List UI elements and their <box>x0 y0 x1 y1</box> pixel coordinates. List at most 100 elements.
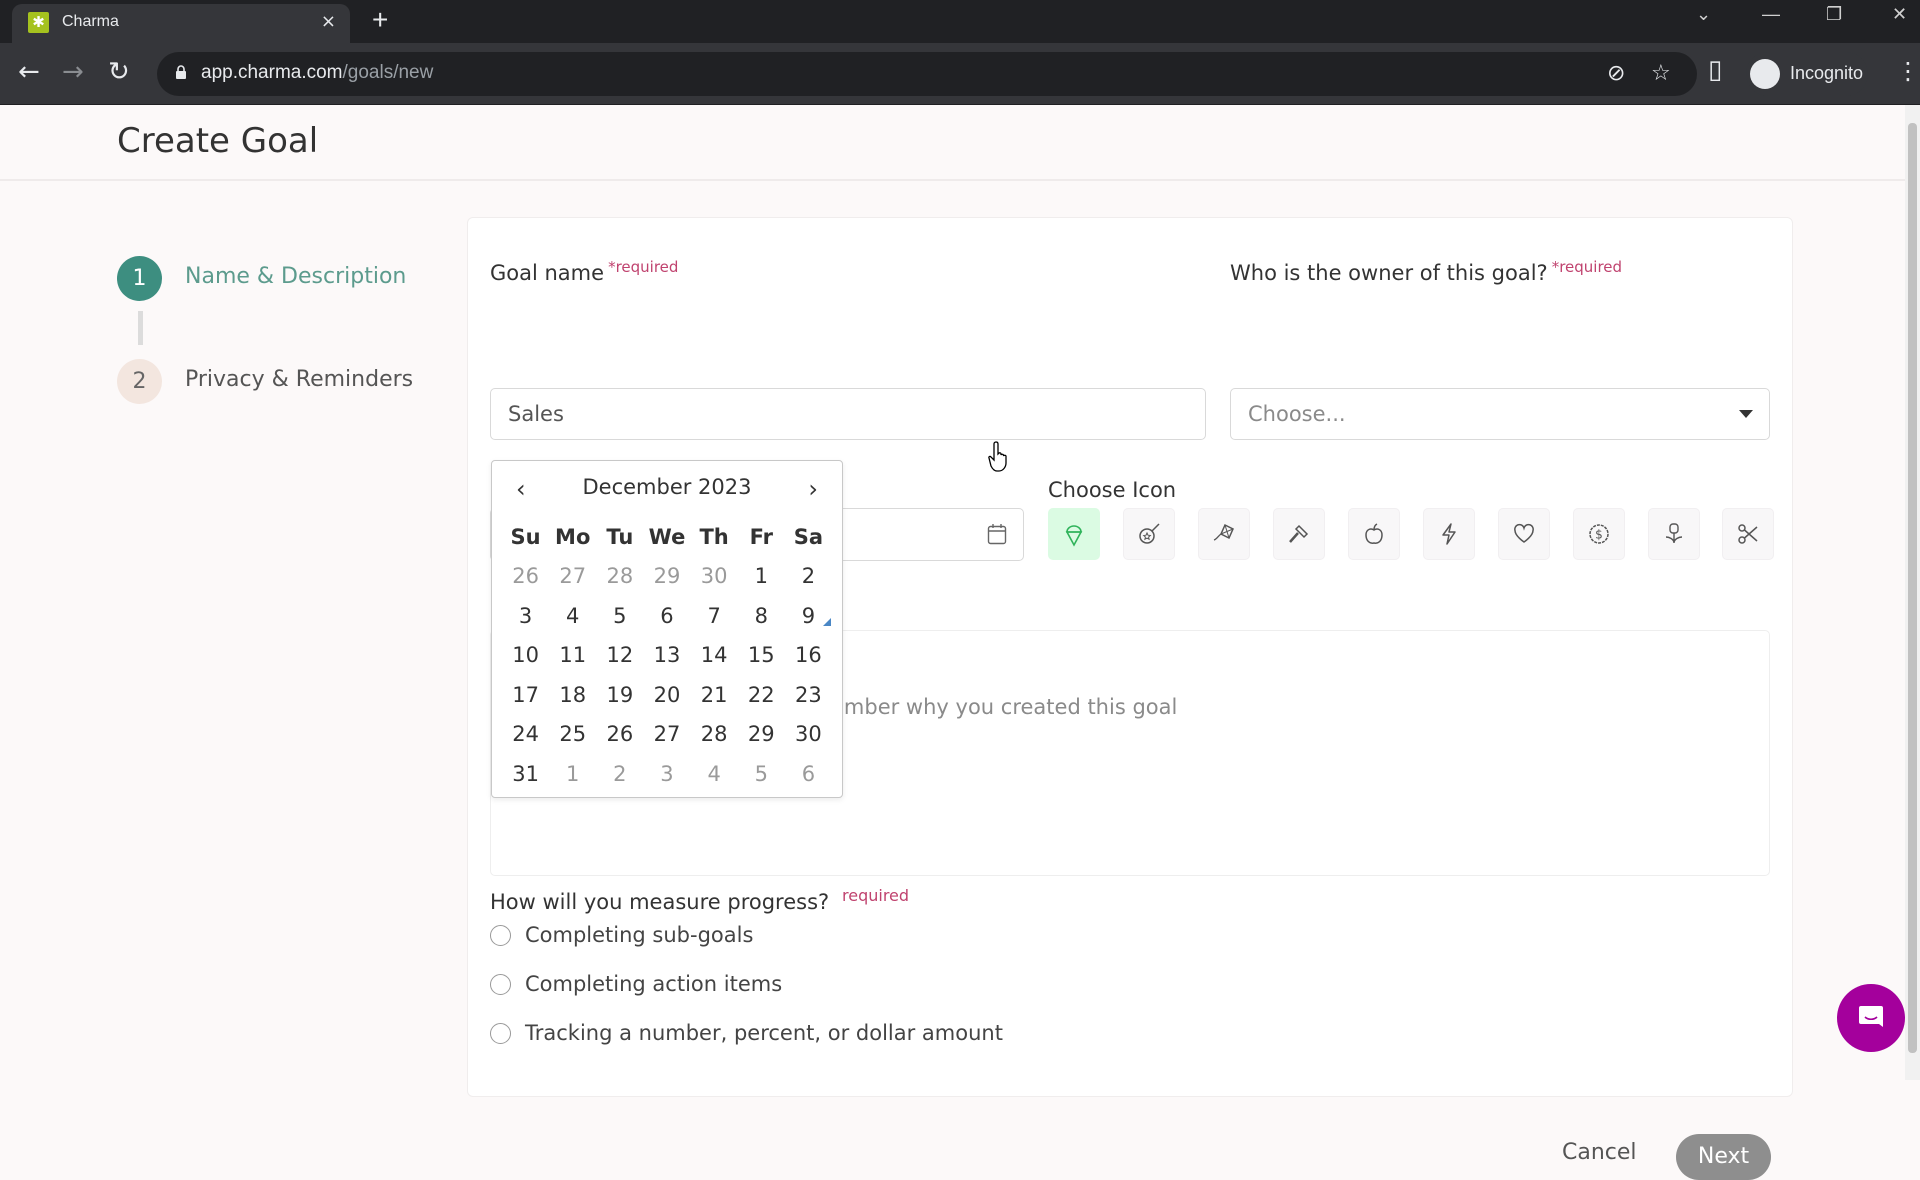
calendar-day[interactable]: 30 <box>785 715 832 755</box>
calendar-day[interactable]: 28 <box>691 715 738 755</box>
icon-option-scissors[interactable] <box>1722 508 1774 560</box>
owner-select[interactable]: Choose... <box>1230 388 1770 440</box>
step-label: Privacy & Reminders <box>185 367 414 392</box>
calendar-day[interactable]: 19 <box>596 676 643 716</box>
calendar-day[interactable]: 7 <box>691 597 738 637</box>
forward-icon[interactable]: → <box>62 57 84 87</box>
calendar-day-outside-month[interactable]: 29 <box>643 557 690 597</box>
calendar-day-outside-month[interactable]: 6 <box>785 755 832 795</box>
calendar-day[interactable]: 11 <box>549 636 596 676</box>
icon-option-kite[interactable] <box>1198 508 1250 560</box>
tab-close-icon[interactable]: × <box>321 11 336 32</box>
scrollbar-thumb[interactable] <box>1908 123 1917 1053</box>
icon-option-heart[interactable] <box>1498 508 1550 560</box>
weekday-header: We <box>648 525 686 549</box>
calendar-day[interactable]: 20 <box>643 676 690 716</box>
calendar-day[interactable]: 17 <box>502 676 549 716</box>
icon-option-ice-cream[interactable] <box>1048 508 1100 560</box>
calendar-day[interactable]: 29 <box>738 715 785 755</box>
calendar-day[interactable]: 31 <box>502 755 549 795</box>
heart-icon <box>1514 523 1534 543</box>
svg-text:$: $ <box>1595 528 1603 542</box>
new-tab-button[interactable]: + <box>372 4 388 36</box>
icon-option-comet[interactable] <box>1123 508 1175 560</box>
calendar-day-outside-month[interactable]: 26 <box>502 557 549 597</box>
calendar-day-outside-month[interactable]: 27 <box>549 557 596 597</box>
calendar-day[interactable]: 22 <box>738 676 785 716</box>
back-icon[interactable]: ← <box>18 57 40 87</box>
calendar-day[interactable]: 10 <box>502 636 549 676</box>
next-month-button[interactable]: › <box>808 475 818 503</box>
calendar-day[interactable]: 15 <box>738 636 785 676</box>
calendar-day[interactable]: 24 <box>502 715 549 755</box>
measure-option-subgoals[interactable]: Completing sub-goals <box>490 920 753 950</box>
calendar-day[interactable]: 27 <box>643 715 690 755</box>
hammer-icon <box>1289 524 1309 543</box>
calendar-day[interactable]: 5 <box>596 597 643 637</box>
url-path: /goals/new <box>342 62 434 83</box>
tab-search-icon[interactable]: ⌄ <box>1696 4 1711 25</box>
reload-icon[interactable]: ↻ <box>108 57 130 87</box>
radio-button[interactable] <box>490 924 511 946</box>
calendar-day[interactable]: 13 <box>643 636 690 676</box>
calendar-day-outside-month[interactable]: 30 <box>691 557 738 597</box>
calendar-day-outside-month[interactable]: 4 <box>691 755 738 795</box>
close-window-button[interactable]: ✕ <box>1892 4 1907 25</box>
today-marker <box>823 618 831 626</box>
page-scrollbar[interactable] <box>1905 105 1920 1080</box>
calendar-day[interactable]: 8 <box>738 597 785 637</box>
hand-cursor-icon <box>988 441 1007 472</box>
icon-option-flower[interactable] <box>1648 508 1700 560</box>
calendar-day-outside-month[interactable]: 2 <box>596 755 643 795</box>
icon-option-dollar[interactable]: $ <box>1573 508 1625 560</box>
radio-button[interactable] <box>490 1022 511 1044</box>
calendar-day-outside-month[interactable]: 3 <box>643 755 690 795</box>
minimize-button[interactable]: — <box>1762 4 1780 25</box>
chat-launcher-button[interactable] <box>1837 984 1905 1052</box>
calendar-day-outside-month[interactable]: 5 <box>738 755 785 795</box>
calendar-day[interactable]: 1 <box>738 557 785 597</box>
eye-off-icon[interactable]: ⊘ <box>1607 61 1625 86</box>
goal-name-input[interactable]: Sales <box>490 388 1206 440</box>
profile-label: Incognito <box>1790 63 1864 83</box>
incognito-profile-button[interactable]: Incognito <box>1746 52 1868 96</box>
icon-option-apple[interactable] <box>1348 508 1400 560</box>
restore-button[interactable]: ❐ <box>1826 4 1842 25</box>
calendar-day[interactable]: 21 <box>691 676 738 716</box>
browser-tab[interactable]: ✱ Charma × <box>12 4 350 43</box>
calendar-day[interactable]: 4 <box>549 597 596 637</box>
measure-option-action-items[interactable]: Completing action items <box>490 969 782 999</box>
bookmark-star-icon[interactable]: ☆ <box>1651 61 1671 86</box>
calendar-day[interactable]: 26 <box>596 715 643 755</box>
calendar-day[interactable]: 9 <box>785 597 832 637</box>
step-connector <box>138 311 143 345</box>
calendar-day[interactable]: 25 <box>549 715 596 755</box>
measure-option-tracking-number[interactable]: Tracking a number, percent, or dollar am… <box>490 1018 1003 1048</box>
icon-option-lightning[interactable] <box>1423 508 1475 560</box>
calendar-day-outside-month[interactable]: 1 <box>549 755 596 795</box>
calendar-day[interactable]: 6 <box>643 597 690 637</box>
cancel-button[interactable]: Cancel <box>1562 1140 1637 1165</box>
lock-icon <box>176 65 186 79</box>
next-button[interactable]: Next <box>1676 1134 1771 1180</box>
calendar-day[interactable]: 14 <box>691 636 738 676</box>
owner-placeholder: Choose... <box>1248 402 1346 426</box>
calendar-day[interactable]: 3 <box>502 597 549 637</box>
calendar-grid: Su Mo Tu We Th Fr Sa 26 27 28 29 30 1 2 3 4 5 6 7 8 9 10 11 12 1… <box>502 517 832 795</box>
calendar-icon[interactable] <box>987 523 1007 545</box>
tab-title: Charma <box>62 13 119 30</box>
side-panel-icon[interactable]: ▯ <box>1708 55 1722 85</box>
calendar-day[interactable]: 12 <box>596 636 643 676</box>
calendar-day[interactable]: 23 <box>785 676 832 716</box>
radio-button[interactable] <box>490 973 511 995</box>
calendar-day[interactable]: 2 <box>785 557 832 597</box>
choose-icon-label: Choose Icon <box>1048 478 1177 502</box>
calendar-day[interactable]: 18 <box>549 676 596 716</box>
calendar-day[interactable]: 16 <box>785 636 832 676</box>
address-bar[interactable]: app.charma.com/goals/new ⊘ ☆ <box>157 52 1697 96</box>
calendar-day-outside-month[interactable]: 28 <box>596 557 643 597</box>
icon-option-hammer[interactable] <box>1273 508 1325 560</box>
dollar-badge-icon: $ <box>1589 524 1609 544</box>
radio-label: Tracking a number, percent, or dollar am… <box>525 1021 1003 1045</box>
browser-menu-icon[interactable]: ⋮ <box>1896 57 1920 85</box>
